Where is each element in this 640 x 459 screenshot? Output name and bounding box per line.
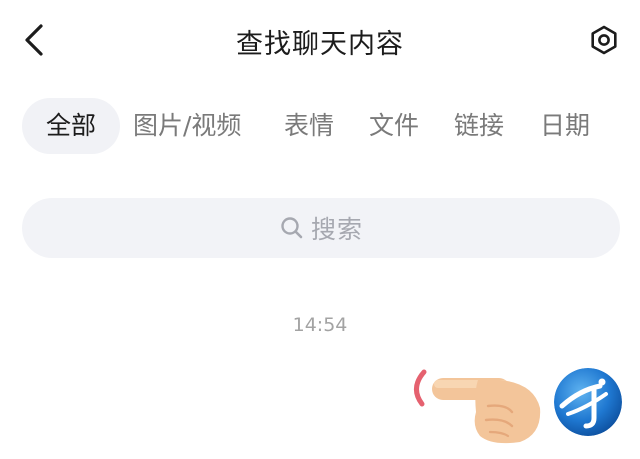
header: 查找聊天内容: [0, 0, 640, 82]
tab-images-videos[interactable]: 图片/视频: [133, 98, 241, 154]
tab-links[interactable]: 链接: [454, 98, 504, 154]
blue-globe-logo: [554, 368, 622, 436]
pointing-hand-emoji: [414, 369, 541, 444]
avatar[interactable]: [554, 368, 622, 436]
message-timestamp: 14:54: [292, 314, 348, 336]
chat-search-screen: 查找聊天内容 全部 图片/视频 表情 文件 链接 日期 搜索 14:54: [0, 0, 640, 459]
page-title: 查找聊天内容: [236, 29, 404, 60]
tab-stickers[interactable]: 表情: [284, 98, 334, 154]
tab-date[interactable]: 日期: [540, 98, 590, 154]
emoji-message[interactable]: [404, 362, 544, 446]
search-icon: [279, 215, 305, 241]
search-placeholder: 搜索: [310, 215, 363, 244]
search-input[interactable]: 搜索: [22, 198, 620, 258]
settings-button[interactable]: [584, 20, 624, 60]
tab-files[interactable]: 文件: [369, 98, 419, 154]
filter-tabs: 全部 图片/视频 表情 文件 链接 日期: [22, 98, 622, 154]
tab-all[interactable]: 全部: [22, 98, 121, 154]
hexagon-settings-icon: [591, 25, 617, 55]
